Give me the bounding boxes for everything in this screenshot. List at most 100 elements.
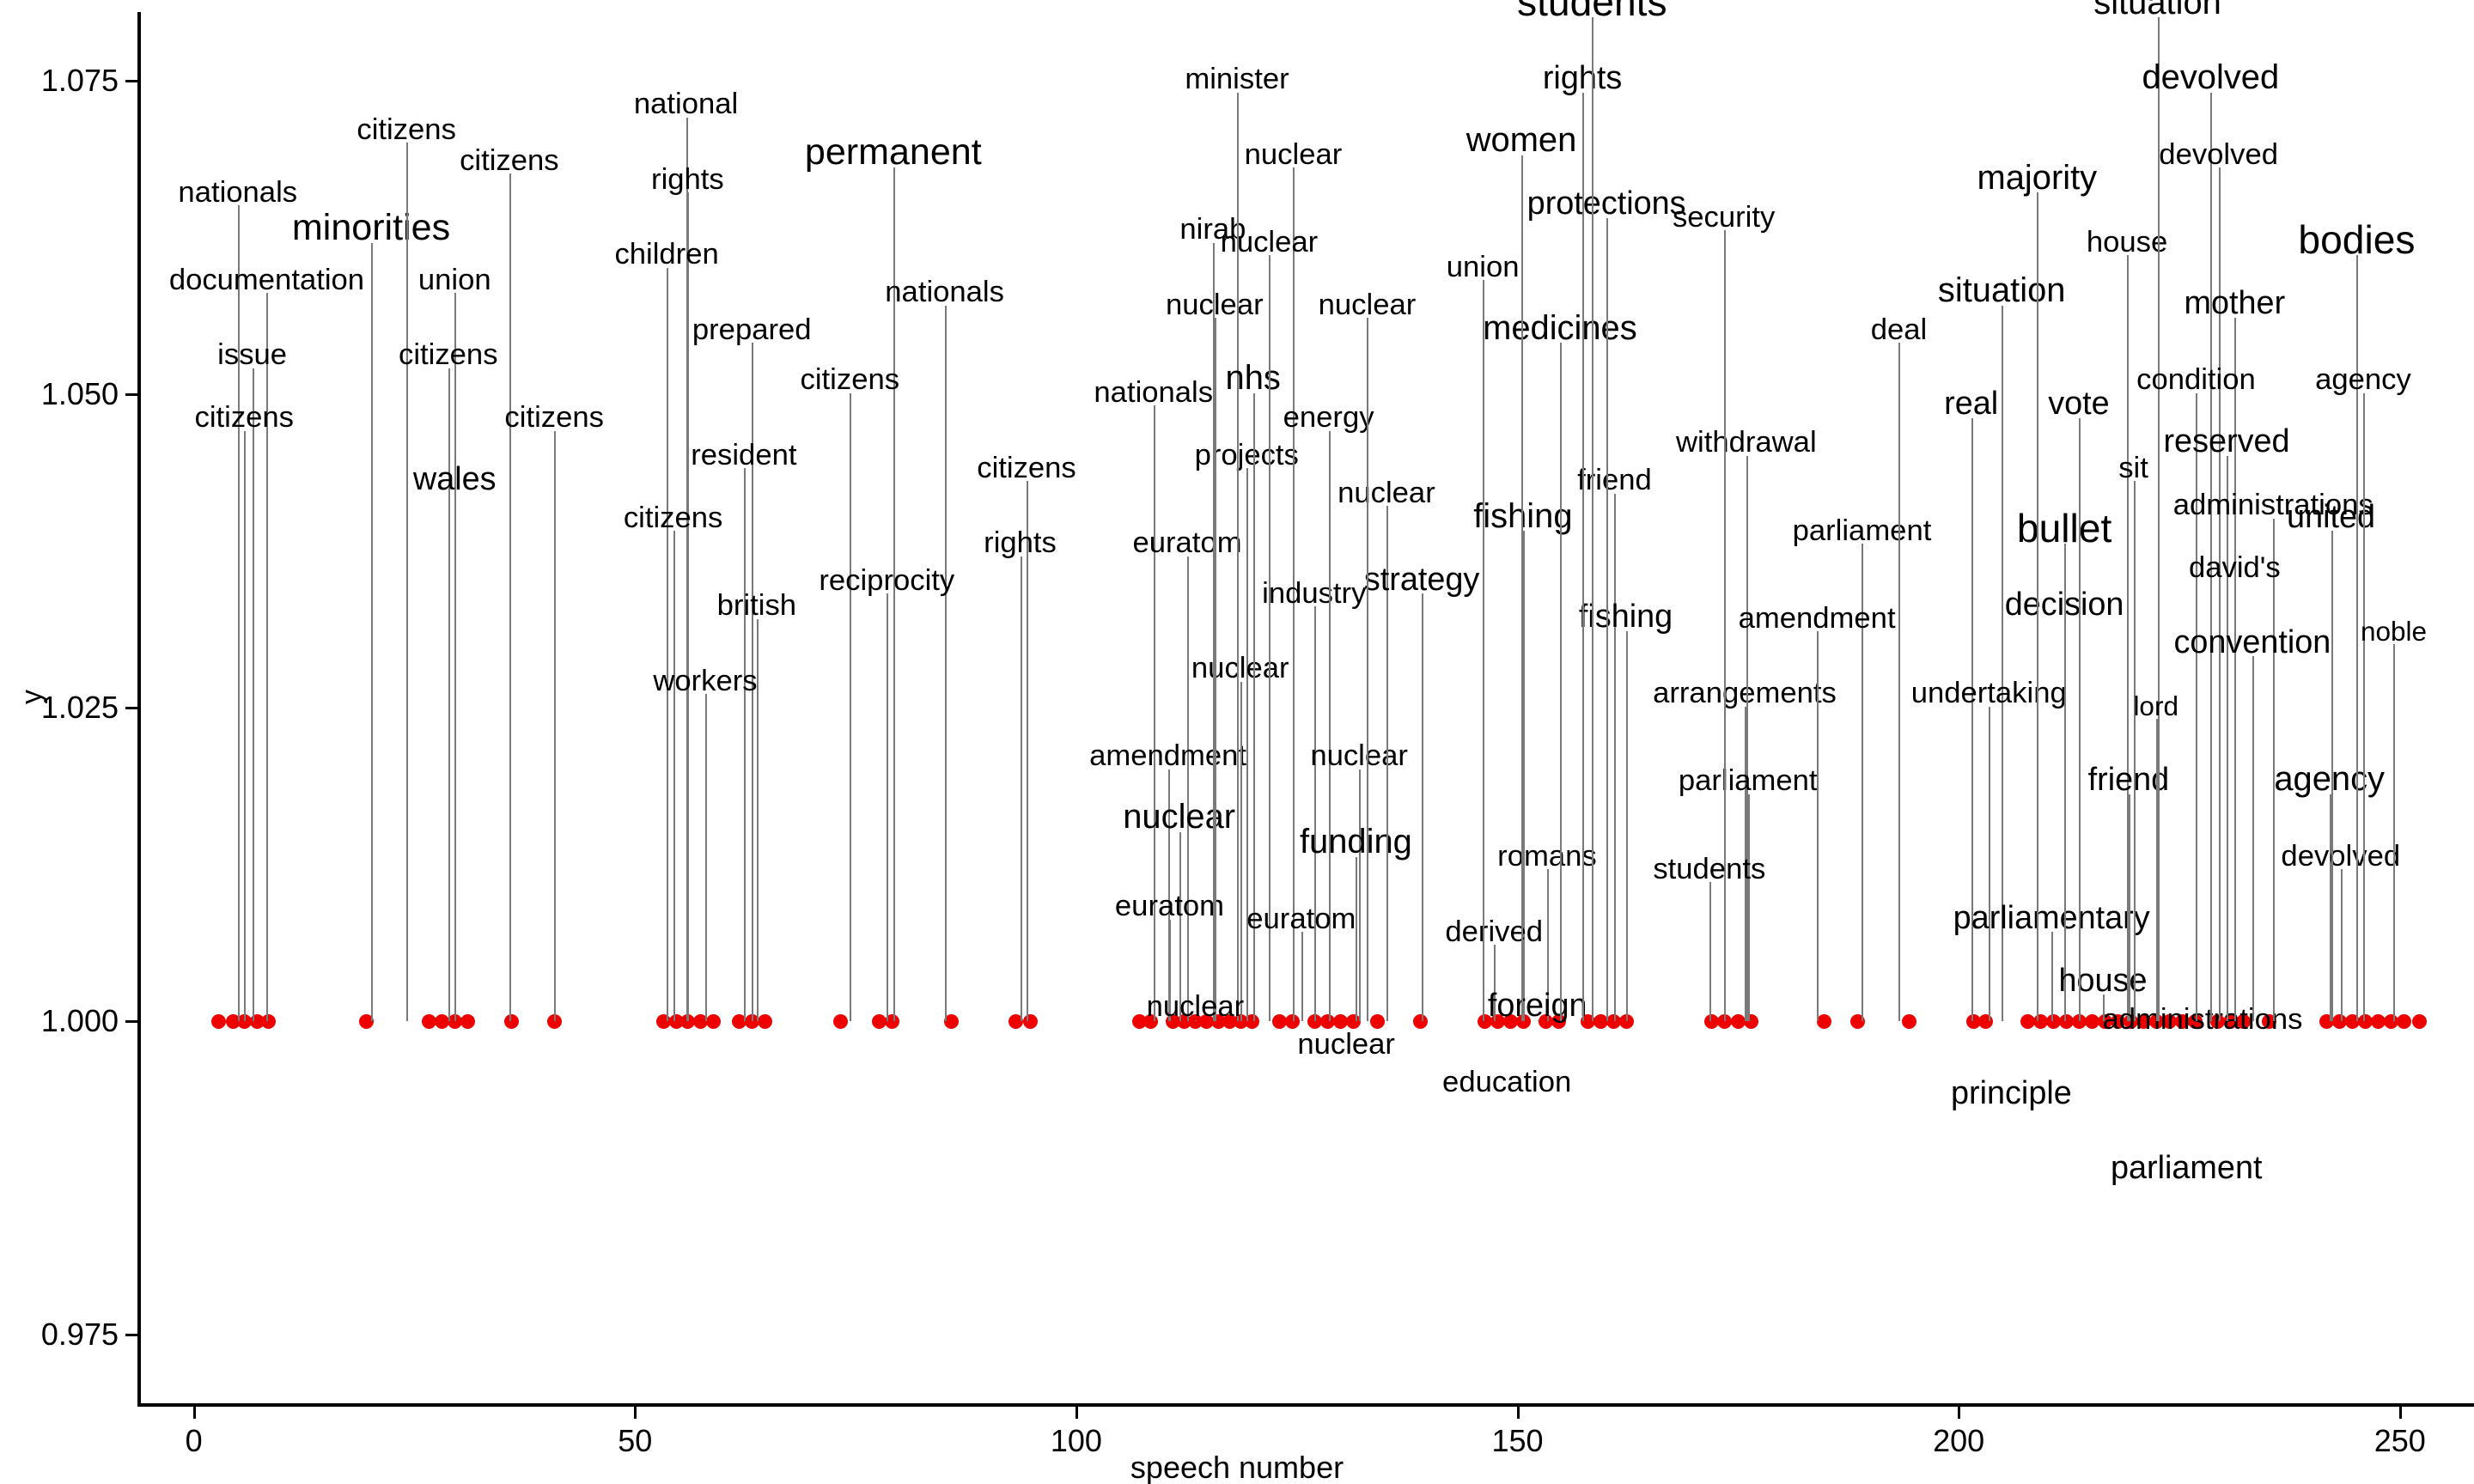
leader-line	[2037, 192, 2039, 1021]
data-point	[1284, 1013, 1300, 1029]
y-tick-label: 0.975	[40, 1316, 119, 1352]
leader-line	[1359, 769, 1362, 1021]
word-label: euratom	[1114, 890, 1224, 923]
word-label: lord	[2133, 690, 2178, 722]
word-label: strategy	[1363, 561, 1480, 598]
word-label: situation	[1937, 271, 2066, 310]
word-label: nationals	[178, 175, 298, 209]
leader-line	[1559, 343, 1562, 1021]
leader-line	[1625, 631, 1628, 1021]
leader-line	[1214, 318, 1216, 1021]
word-label: majority	[1977, 158, 2098, 197]
leader-line	[1582, 92, 1585, 1021]
x-axis-line	[137, 1403, 2474, 1407]
leader-line	[1898, 343, 1901, 1021]
leader-line	[2155, 719, 2158, 1021]
chart-root: 0.975 1.000 1.025 1.050 1.075 0 50 100 150 200 25…	[0, 0, 2474, 1484]
x-axis-title: speech number	[1130, 1450, 1344, 1484]
leader-line	[2227, 455, 2228, 1021]
x-tick-mark	[1516, 1407, 1520, 1419]
word-label: devolved	[2142, 58, 2280, 97]
word-label: nuclear	[1310, 739, 1408, 773]
word-label: agency	[2315, 363, 2411, 397]
y-tick-label: 1.050	[40, 376, 119, 412]
leader-line	[1817, 631, 1819, 1021]
word-label: reserved	[2163, 423, 2290, 459]
word-label: permanent	[804, 131, 982, 173]
leader-line	[1422, 593, 1424, 1021]
leader-line	[244, 430, 247, 1021]
data-point	[944, 1013, 960, 1029]
word-label: agency	[2274, 760, 2386, 799]
leader-line	[2362, 392, 2365, 1021]
word-label: nuclear	[1244, 137, 1343, 171]
y-axis-title: y	[15, 690, 48, 704]
word-label: withdrawal	[1676, 426, 1817, 459]
word-label: nhs	[1225, 359, 1281, 398]
word-label: security	[1672, 200, 1776, 234]
leader-line	[2133, 481, 2136, 1021]
word-label: parliamentary	[1953, 899, 2150, 936]
leader-line	[887, 593, 889, 1021]
word-label: bodies	[2298, 217, 2416, 263]
data-point	[1345, 1013, 1361, 1029]
word-label: funding	[1299, 823, 1412, 861]
word-label: national	[633, 88, 739, 121]
word-label: reciprocity	[819, 563, 955, 597]
word-label: derived	[1445, 915, 1544, 948]
word-label: noble	[2360, 615, 2428, 647]
data-point	[1022, 1013, 1038, 1029]
leader-line	[1246, 468, 1249, 1021]
y-tick-mark	[125, 707, 137, 709]
word-label: devolved	[2281, 840, 2401, 873]
word-label: arrangements	[1653, 677, 1837, 710]
leader-line	[1027, 481, 1028, 1021]
word-label: rights	[1542, 59, 1623, 96]
word-label: deal	[1870, 313, 1928, 347]
leader-line	[850, 392, 852, 1021]
leader-line	[944, 305, 947, 1021]
leader-line	[252, 368, 254, 1021]
leader-line	[1301, 932, 1303, 1021]
leader-line	[667, 267, 669, 1021]
word-label: nuclear	[1166, 288, 1264, 321]
leader-line	[687, 192, 690, 1021]
x-tick-mark	[634, 1407, 637, 1419]
word-label: union	[1446, 251, 1520, 284]
word-label: prepared	[692, 313, 812, 347]
word-label: citizens	[399, 338, 498, 372]
word-label: united	[2287, 498, 2376, 535]
word-label: women	[1466, 121, 1577, 160]
leader-line	[2078, 418, 2081, 1021]
leader-line	[673, 531, 675, 1021]
word-label: nuclear	[1146, 990, 1245, 1024]
leader-line	[1723, 230, 1726, 1021]
leader-line	[1614, 493, 1617, 1021]
word-label: amendment	[1738, 601, 1896, 635]
word-label: parliament	[2110, 1150, 2263, 1187]
word-label: nuclear	[1191, 652, 1289, 685]
leader-line	[554, 430, 557, 1021]
word-label: documentation	[168, 263, 365, 296]
word-label: mother	[2184, 285, 2286, 322]
word-label: industry	[1262, 576, 1367, 610]
leader-line	[1240, 681, 1242, 1021]
leader-line	[2064, 543, 2067, 1021]
x-tick-mark	[192, 1407, 196, 1419]
data-point	[1901, 1013, 1916, 1029]
data-point	[460, 1013, 476, 1029]
word-label: vote	[2048, 386, 2110, 423]
word-label: nuclear	[1297, 1027, 1395, 1061]
word-label: children	[614, 238, 719, 271]
data-point	[1369, 1013, 1385, 1029]
leader-line	[1313, 605, 1316, 1021]
word-label: energy	[1283, 401, 1374, 435]
word-label: citizens	[194, 401, 295, 435]
leader-line	[2051, 932, 2054, 1021]
leader-line	[2393, 643, 2396, 1021]
leader-line	[1747, 794, 1750, 1021]
word-label: parliament	[1678, 764, 1818, 798]
word-label: nuclear	[1318, 288, 1417, 321]
word-label: condition	[2136, 363, 2256, 397]
word-label: wales	[412, 460, 497, 497]
